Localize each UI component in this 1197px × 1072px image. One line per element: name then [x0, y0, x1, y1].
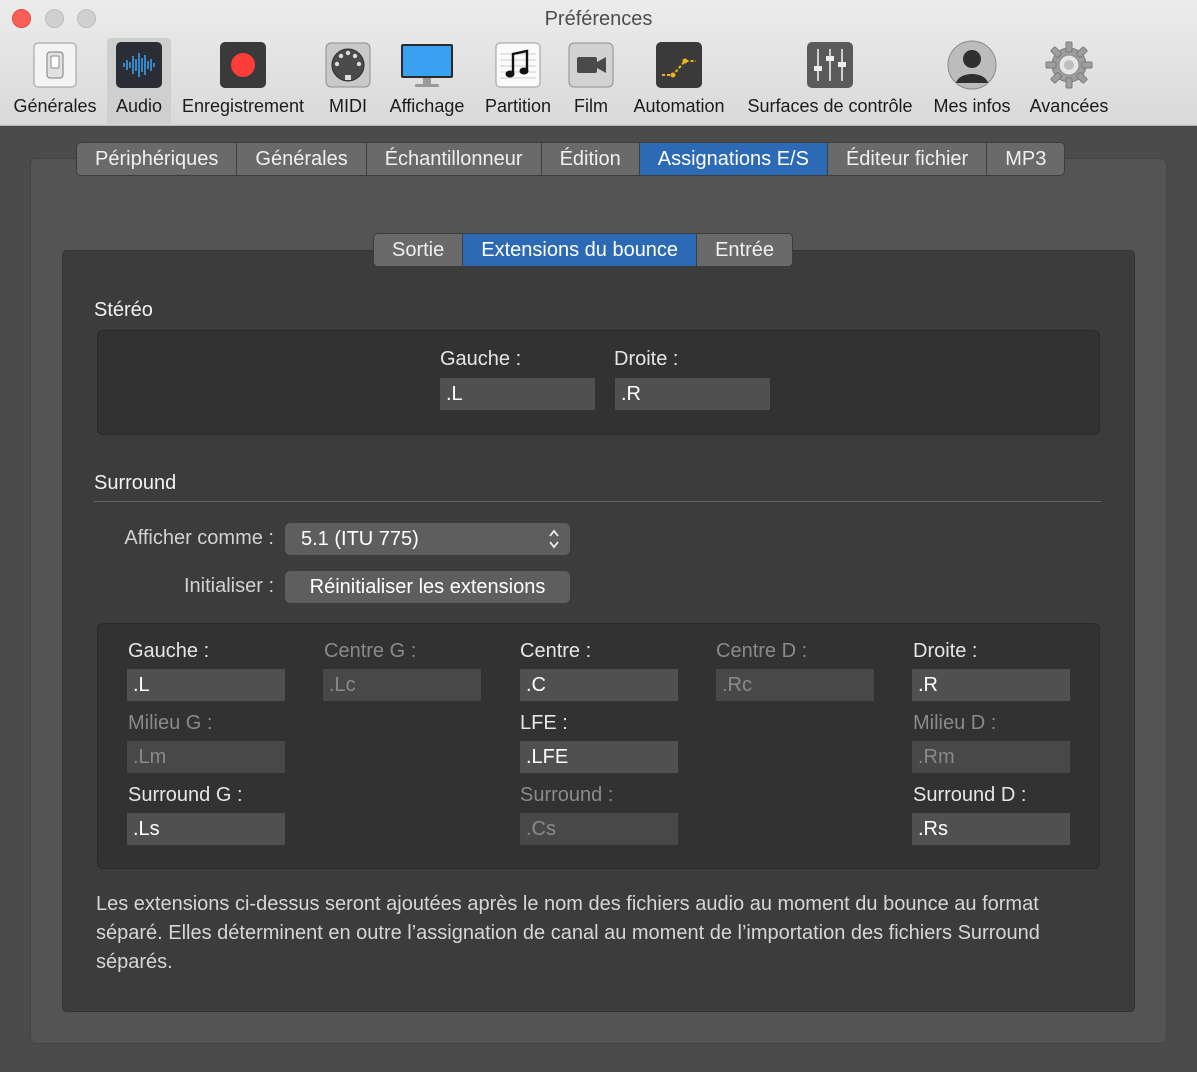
chevron-up-down-icon — [549, 529, 559, 549]
tab-assignations-es[interactable]: Assignations E/S — [639, 143, 828, 175]
toolbar-item-film[interactable]: Film — [564, 38, 618, 124]
sub-tabbar: Sortie Extensions du bounce Entrée — [373, 233, 793, 267]
stereo-left-label: Gauche : — [440, 348, 522, 370]
toolbar-label: Affichage — [389, 96, 465, 116]
surround-divider — [94, 501, 1101, 502]
toolbar-item-generales[interactable]: Générales — [6, 38, 104, 124]
toolbar-label: Avancées — [1029, 96, 1109, 116]
tab-generales[interactable]: Générales — [237, 143, 367, 175]
display-as-select[interactable]: 5.1 (ITU 775) — [285, 523, 570, 555]
automation-curve-icon — [656, 42, 702, 88]
window-title: Préférences — [544, 8, 653, 30]
channel-surround-g-label: Surround G : — [128, 784, 243, 806]
toolbar-item-automation[interactable]: Automation — [626, 38, 732, 124]
channel-milieu-d-field: .Rm — [912, 741, 1070, 773]
tab-echantillonneur[interactable]: Échantillonneur — [367, 143, 542, 175]
toolbar-item-mes-infos[interactable]: Mes infos — [928, 38, 1016, 124]
subtab-sortie[interactable]: Sortie — [374, 234, 464, 266]
toolbar-label: Audio — [115, 96, 163, 116]
toolbar-label: Mes infos — [933, 96, 1011, 116]
toolbar-item-avancees[interactable]: Avancées — [1024, 38, 1114, 124]
stereo-left-field[interactable]: .L — [440, 378, 595, 410]
channel-centre-field[interactable]: .C — [520, 669, 678, 701]
channel-droite-label: Droite : — [913, 640, 978, 662]
channel-lfe-label: LFE : — [520, 712, 568, 734]
description-text: Les extensions ci-dessus seront ajoutées… — [96, 893, 1040, 973]
stereo-section-title: Stéréo — [94, 299, 153, 321]
toolbar-item-midi[interactable]: MIDI — [318, 38, 378, 124]
switch-icon — [32, 42, 78, 88]
tab-edition[interactable]: Édition — [542, 143, 640, 175]
channel-lfe-field[interactable]: .LFE — [520, 741, 678, 773]
toolbar-label: Automation — [633, 96, 725, 116]
channel-milieu-d-label: Milieu D : — [913, 712, 997, 734]
user-silhouette-icon — [947, 40, 997, 90]
subtab-entree[interactable]: Entrée — [697, 234, 792, 266]
main-tabbar: Périphériques Générales Échantillonneur … — [76, 142, 1066, 176]
channel-droite-field[interactable]: .R — [912, 669, 1070, 701]
channel-milieu-g-field: .Lm — [127, 741, 285, 773]
toolbar-item-surfaces-de-controle[interactable]: Surfaces de contrôle — [740, 38, 920, 124]
init-label: Initialiser : — [183, 575, 274, 597]
video-camera-icon — [568, 42, 614, 88]
toolbar-label: Générales — [13, 96, 97, 116]
channel-surround-g-field[interactable]: .Ls — [127, 813, 285, 845]
reset-extensions-button[interactable]: Réinitialiser les extensions — [285, 571, 570, 603]
faders-icon — [807, 42, 853, 88]
channel-gauche-label: Gauche : — [128, 640, 210, 662]
surround-section-title: Surround — [94, 472, 177, 494]
window-titlebar: Préférences Générales Audio Enregistreme… — [0, 0, 1197, 126]
music-note-icon — [495, 42, 541, 88]
channel-centre-d-label: Centre D : — [716, 640, 808, 662]
stereo-right-label: Droite : — [614, 348, 679, 370]
subtab-extensions-du-bounce[interactable]: Extensions du bounce — [463, 234, 698, 266]
toolbar-item-audio[interactable]: Audio — [107, 38, 171, 124]
channel-surround-d-field[interactable]: .Rs — [912, 813, 1070, 845]
channel-centre-d-field: .Rc — [716, 669, 874, 701]
midi-connector-icon — [325, 42, 371, 88]
display-as-value: 5.1 (ITU 775) — [301, 528, 419, 550]
toolbar-label: Film — [574, 96, 608, 116]
tab-mp3[interactable]: MP3 — [987, 143, 1064, 175]
monitor-icon — [399, 42, 455, 88]
waveform-icon — [116, 42, 162, 88]
channel-milieu-g-label: Milieu G : — [128, 712, 213, 734]
channel-surround-field: .Cs — [520, 813, 678, 845]
toolbar-label: MIDI — [329, 96, 367, 116]
tab-editeur-fichier[interactable]: Éditeur fichier — [828, 143, 988, 175]
channel-gauche-field[interactable]: .L — [127, 669, 285, 701]
record-icon — [220, 42, 266, 88]
toolbar-item-affichage[interactable]: Affichage — [383, 38, 471, 124]
channel-centre-g-field: .Lc — [323, 669, 481, 701]
toolbar-item-partition[interactable]: Partition — [479, 38, 557, 124]
toolbar-label: Enregistrement — [181, 96, 305, 116]
toolbar-item-enregistrement[interactable]: Enregistrement — [176, 38, 310, 124]
channel-surround-d-label: Surround D : — [913, 784, 1027, 806]
stereo-right-field[interactable]: .R — [615, 378, 770, 410]
tab-peripheriques[interactable]: Périphériques — [77, 143, 238, 175]
toolbar-label: Partition — [484, 96, 552, 116]
display-as-label: Afficher comme : — [124, 527, 274, 549]
channel-surround-label: Surround : — [520, 784, 614, 806]
stereo-box — [97, 330, 1100, 435]
channel-centre-g-label: Centre G : — [324, 640, 417, 662]
gear-icon — [1044, 40, 1094, 90]
channel-centre-label: Centre : — [520, 640, 592, 662]
toolbar-label: Surfaces de contrôle — [747, 96, 913, 116]
